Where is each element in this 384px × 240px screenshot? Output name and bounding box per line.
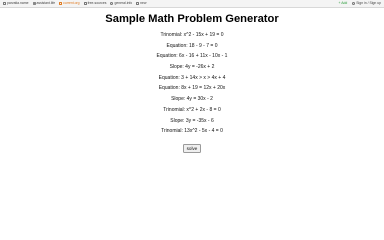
problem-item: Equation: 6x - 16 + 11x - 10x - 1	[156, 53, 228, 60]
problem-item: Equation: 3 + 14x > x > 4x + 4	[158, 74, 226, 81]
nav-link-general[interactable]: general.info	[110, 0, 133, 5]
solve-button[interactable]: solve	[182, 143, 202, 153]
user-icon	[352, 2, 356, 5]
main-content: Sample Math Problem Generator Trinomial:…	[0, 12, 384, 155]
nav-link-label: assistant.life	[36, 0, 56, 5]
nav-link-free-sources[interactable]: free-sources	[83, 0, 107, 5]
nav-link-label: parvatia.name	[7, 0, 29, 5]
globe-icon	[110, 2, 114, 5]
nav-link-parvatia[interactable]: parvatia.name	[3, 0, 29, 5]
bookmark-icon	[3, 2, 6, 5]
nav-link-label: general.info	[114, 0, 133, 5]
problem-list: Trinomial: x^2 - 15x + 19 = 0 Equation: …	[0, 30, 384, 137]
nav-link-current[interactable]: current.org	[59, 0, 80, 5]
problem-item: Trinomial: 13x^2 - 5x - 4 = 0	[161, 128, 223, 135]
problem-item: Trinomial: x^2 - 15x + 19 = 0	[160, 32, 224, 38]
problem-item: Slope: 4y = 30x - 2	[171, 96, 213, 103]
nav-links: parvatia.name assistant.life current.org…	[3, 0, 147, 5]
nav-actions: + Add Sign in / Sign up	[338, 0, 381, 5]
problem-item: Equation: 18 - 9 - 7 = 0	[166, 42, 218, 49]
nav-link-label: free-sources	[87, 0, 107, 5]
top-nav-bar: parvatia.name assistant.life current.org…	[0, 0, 384, 8]
sign-in-label: Sign in / Sign up	[356, 0, 381, 5]
page-title: Sample Math Problem Generator	[105, 13, 279, 25]
nav-link-label: current.org	[63, 0, 80, 5]
problem-item: Trinomial: x^2 + 2x - 8 = 0	[163, 106, 221, 113]
bookmark-icon	[59, 2, 63, 5]
bookmark-icon	[32, 2, 36, 5]
nav-link-label: new	[140, 0, 147, 5]
nav-link-assistant[interactable]: assistant.life	[32, 0, 56, 5]
add-link[interactable]: + Add	[338, 0, 348, 5]
problem-item: Equation: 8x + 19 = 12x + 20x	[158, 85, 226, 92]
plus-icon	[136, 2, 140, 5]
problem-item: Slope: 3y = -35x - 6	[170, 117, 214, 124]
add-link-label: + Add	[338, 0, 348, 5]
nav-link-new[interactable]: new	[136, 0, 147, 5]
problem-item: Slope: 4y = -26x + 2	[169, 64, 215, 71]
folder-icon	[83, 2, 87, 5]
sign-in-link[interactable]: Sign in / Sign up	[352, 0, 381, 5]
